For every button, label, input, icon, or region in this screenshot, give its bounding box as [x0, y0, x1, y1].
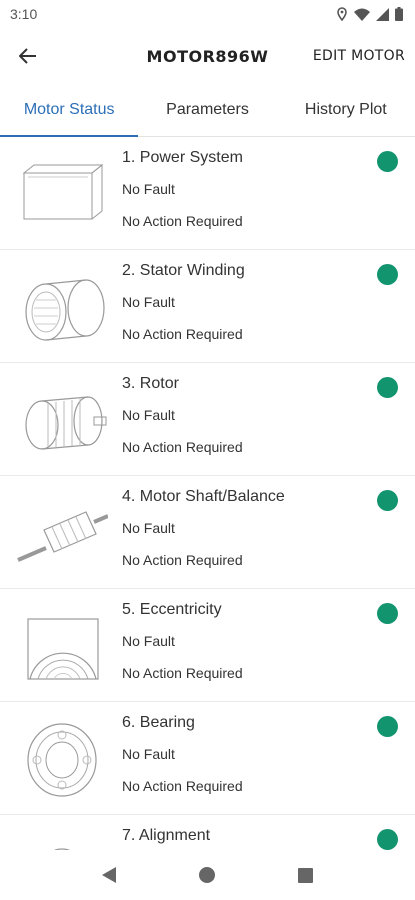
tab-bar: Motor Status Parameters History Plot [0, 84, 415, 137]
item-text: 5. Eccentricity No Fault No Action Requi… [122, 595, 243, 689]
action-status: No Action Required [122, 778, 243, 794]
action-status: No Action Required [122, 213, 243, 229]
tab-parameters[interactable]: Parameters [138, 84, 276, 136]
list-item[interactable]: 4. Motor Shaft/Balance No Fault No Actio… [0, 476, 415, 589]
status-indicator [377, 151, 398, 172]
status-indicator [377, 829, 398, 850]
arrow-back-icon [19, 48, 36, 64]
fault-status: No Fault [122, 407, 175, 423]
fault-status: No Fault [122, 520, 175, 536]
fault-status: No Fault [122, 294, 175, 310]
bearing-icon [27, 723, 97, 797]
item-title: 7. Alignment [122, 827, 211, 844]
item-title: 4. Motor Shaft/Balance [122, 488, 285, 505]
motor-shaft-icon [17, 511, 108, 562]
circle-home-icon [199, 867, 216, 883]
power-system-icon [22, 163, 104, 220]
eccentricity-icon [27, 618, 99, 680]
item-title: 6. Bearing [122, 714, 195, 731]
status-indicator [377, 377, 398, 398]
item-text: 6. Bearing No Fault No Action Required [122, 708, 243, 802]
item-title: 1. Power System [122, 149, 243, 166]
status-indicator [377, 603, 398, 624]
back-button[interactable] [0, 28, 56, 84]
list-item[interactable]: 6. Bearing No Fault No Action Required [0, 702, 415, 815]
nav-home-button[interactable] [187, 855, 227, 895]
rotor-icon [25, 396, 107, 450]
item-text: 3. Rotor No Fault No Action Required [122, 369, 243, 463]
list-item[interactable]: 7. Alignment [0, 815, 415, 850]
status-indicator [377, 716, 398, 737]
app-bar: MOTOR896W EDIT MOTOR [0, 28, 415, 84]
item-text: 7. Alignment [122, 821, 210, 850]
nav-recents-button[interactable] [286, 855, 326, 895]
battery-icon [395, 7, 403, 21]
status-time: 3:10 [10, 6, 38, 22]
nav-back-button[interactable] [89, 855, 129, 895]
action-status: No Action Required [122, 552, 243, 568]
component-list: 1. Power System No Fault No Action Requi… [0, 137, 415, 850]
fault-status: No Fault [122, 181, 175, 197]
status-bar: 3:10 [0, 0, 415, 28]
wifi-icon [354, 8, 370, 21]
tab-history-plot[interactable]: History Plot [277, 84, 415, 136]
alignment-icon [54, 848, 70, 850]
item-title: 2. Stator Winding [122, 262, 245, 279]
fault-status: No Fault [122, 746, 175, 762]
list-item[interactable]: 2. Stator Winding No Fault No Action Req… [0, 250, 415, 363]
action-status: No Action Required [122, 665, 243, 681]
location-icon [337, 7, 347, 21]
status-indicator [377, 264, 398, 285]
action-status: No Action Required [122, 439, 243, 455]
fault-status: No Fault [122, 633, 175, 649]
item-text: 4. Motor Shaft/Balance No Fault No Actio… [122, 482, 285, 576]
system-nav-bar [0, 850, 415, 900]
item-text: 2. Stator Winding No Fault No Action Req… [122, 256, 245, 350]
triangle-back-icon [102, 867, 117, 883]
item-title: 5. Eccentricity [122, 601, 222, 618]
edit-motor-button[interactable]: EDIT MOTOR [313, 48, 405, 64]
status-indicator [377, 490, 398, 511]
action-status: No Action Required [122, 326, 243, 342]
tab-motor-status[interactable]: Motor Status [0, 84, 139, 137]
square-recents-icon [298, 867, 314, 883]
item-title: 3. Rotor [122, 375, 179, 392]
item-text: 1. Power System No Fault No Action Requi… [122, 143, 243, 237]
status-icons [336, 7, 403, 21]
stator-winding-icon [25, 279, 105, 341]
signal-icon [376, 7, 389, 21]
list-item[interactable]: 5. Eccentricity No Fault No Action Requi… [0, 589, 415, 702]
list-item[interactable]: 3. Rotor No Fault No Action Required [0, 363, 415, 476]
list-item[interactable]: 1. Power System No Fault No Action Requi… [0, 137, 415, 250]
